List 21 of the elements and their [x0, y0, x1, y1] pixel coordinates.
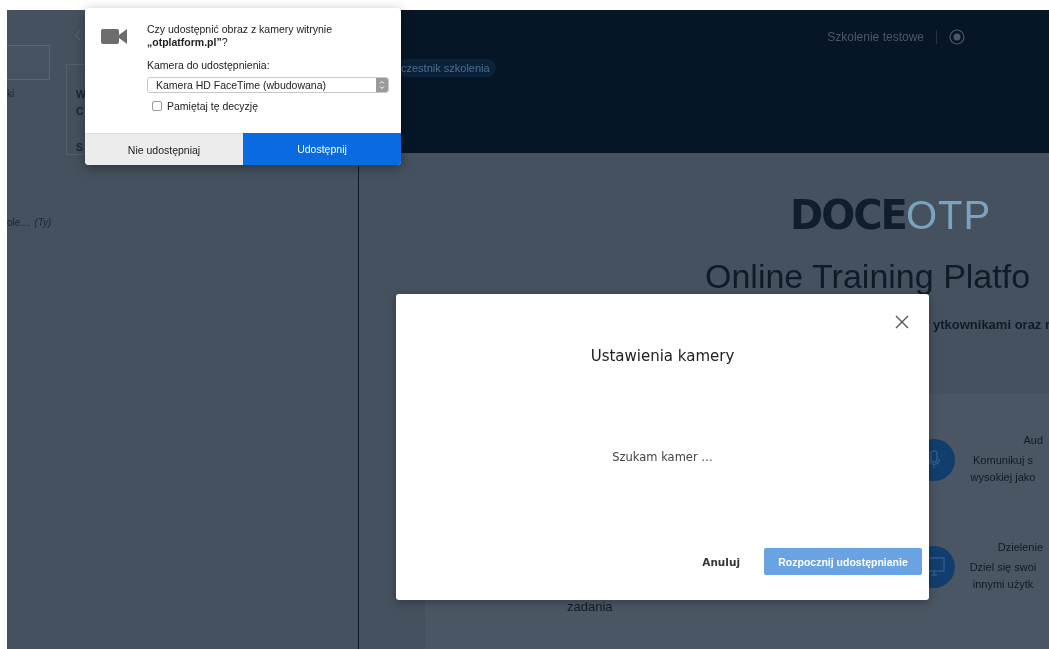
status-message: Szukam kamer … — [611, 450, 714, 464]
remember-checkbox[interactable] — [152, 101, 162, 111]
deny-button[interactable]: Nie udostępniaj — [85, 133, 243, 165]
radio-icon[interactable] — [949, 29, 965, 45]
remember-label: Pamiętaj tę decyzję — [167, 100, 259, 112]
permission-question: Czy udostępnić obraz z kamery witrynie „otplatform.pl”? — [147, 23, 333, 49]
close-icon[interactable] — [895, 315, 909, 329]
stepper-icon[interactable] — [376, 78, 388, 92]
camera-label: Kamera do udostępnienia: — [147, 59, 271, 71]
feature-description: zadania — [567, 599, 613, 614]
back-chevron-icon[interactable] — [75, 30, 81, 41]
sidebar-tab[interactable] — [7, 45, 50, 80]
microphone-icon — [927, 450, 941, 470]
training-name: Szkolenie testowe — [827, 30, 924, 44]
camera-select[interactable]: Kamera HD FaceTime (wbudowana) — [147, 77, 389, 93]
video-camera-icon — [101, 27, 127, 46]
allow-button[interactable]: Udostępnij — [243, 133, 401, 165]
feature-title: Dzielenie — [997, 541, 1043, 553]
dialog-title: Ustawienia kamery — [589, 347, 736, 365]
cancel-button[interactable]: Anuluj — [698, 551, 744, 572]
feature-title: Aud — [1023, 434, 1043, 446]
